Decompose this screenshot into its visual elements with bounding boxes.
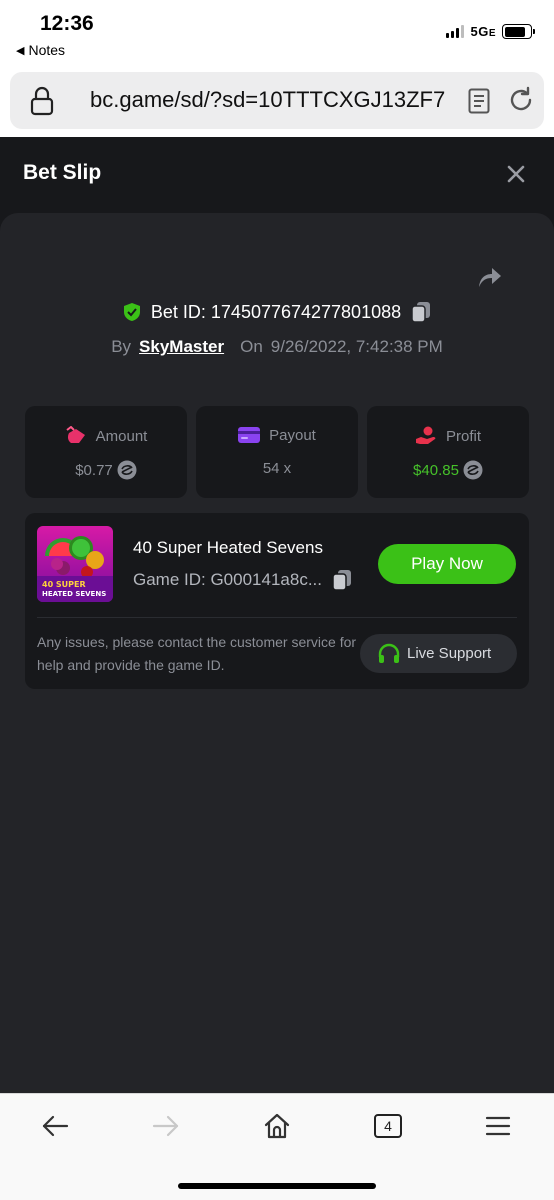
xlm-coin-icon bbox=[117, 460, 137, 480]
sheet-title: Bet Slip bbox=[23, 161, 102, 184]
payout-value: 54 x bbox=[262, 460, 292, 477]
headset-icon bbox=[378, 643, 400, 663]
svg-text:40 SUPER: 40 SUPER bbox=[42, 580, 86, 589]
url-text[interactable]: bc.game/sd/?sd=10TTTCXGJ13ZF7 bbox=[90, 87, 445, 113]
battery-icon bbox=[502, 24, 535, 39]
close-icon[interactable] bbox=[505, 163, 527, 185]
support-message: Any issues, please contact the customer … bbox=[37, 634, 357, 673]
bet-datetime: 9/26/2022, 7:42:38 PM bbox=[270, 337, 443, 356]
hand-coin-icon bbox=[415, 426, 436, 444]
profit-card: Profit $40.85 bbox=[367, 406, 529, 498]
address-bar[interactable]: bc.game/sd/?sd=10TTTCXGJ13ZF7 bbox=[10, 72, 544, 129]
game-id-row: Game ID: G000141a8c... bbox=[133, 569, 352, 591]
back-label: Notes bbox=[28, 42, 66, 58]
fruit-slot-image: 40 SUPER HEATED SEVENS bbox=[37, 526, 113, 602]
on-label: On bbox=[240, 337, 263, 356]
game-title: 40 Super Heated Sevens bbox=[133, 538, 323, 557]
card-icon bbox=[238, 427, 261, 443]
browser-toolbar: 4 bbox=[0, 1093, 554, 1200]
bet-id: Bet ID: 1745077674277801088 bbox=[150, 301, 402, 322]
sheet-header: Bet Slip bbox=[0, 137, 554, 211]
amount-card: Amount $0.77 bbox=[25, 406, 187, 498]
network-type: 5GE bbox=[470, 24, 496, 39]
user-link[interactable]: SkyMaster bbox=[139, 337, 224, 357]
bet-detail-panel: Bet ID: 1745077674277801088 By SkyMaster… bbox=[0, 213, 554, 1093]
game-id: Game ID: G000141a8c... bbox=[133, 570, 322, 589]
payout-card: Payout 54 x bbox=[196, 406, 358, 498]
live-support-button[interactable]: Live Support bbox=[360, 634, 517, 673]
xlm-coin-icon bbox=[463, 460, 483, 480]
copy-icon[interactable] bbox=[332, 569, 352, 591]
share-icon[interactable] bbox=[475, 263, 503, 291]
signal-icon bbox=[446, 25, 465, 38]
profit-value: $40.85 bbox=[413, 461, 459, 479]
status-time: 12:36 bbox=[40, 12, 94, 35]
copy-icon[interactable] bbox=[411, 301, 431, 323]
back-to-notes-link[interactable]: ◀ Notes bbox=[16, 42, 65, 58]
svg-text:HEATED SEVENS: HEATED SEVENS bbox=[42, 590, 106, 598]
profit-label: Profit bbox=[445, 427, 481, 445]
back-triangle-icon: ◀ bbox=[16, 44, 25, 57]
game-thumbnail[interactable]: 40 SUPER HEATED SEVENS bbox=[37, 526, 113, 602]
reload-icon[interactable] bbox=[507, 86, 535, 114]
amount-label: Amount bbox=[95, 427, 148, 445]
bet-slip-sheet: Bet Slip Bet ID: 1745077674277801088 By … bbox=[0, 137, 554, 1093]
divider bbox=[37, 617, 517, 618]
bet-meta-row: By SkyMaster On 9/26/2022, 7:42:38 PM bbox=[0, 337, 554, 357]
game-card: 40 SUPER HEATED SEVENS 40 Super Heated S… bbox=[25, 513, 529, 689]
play-now-button[interactable]: Play Now bbox=[378, 544, 516, 584]
menu-icon[interactable] bbox=[484, 1112, 512, 1140]
bet-id-row: Bet ID: 1745077674277801088 bbox=[0, 301, 554, 323]
home-indicator bbox=[178, 1183, 376, 1189]
lock-icon bbox=[30, 86, 54, 116]
status-indicators: 5GE bbox=[446, 24, 535, 39]
home-icon[interactable] bbox=[263, 1112, 291, 1140]
tabs-button[interactable]: 4 bbox=[374, 1114, 402, 1138]
live-support-label: Live Support bbox=[407, 645, 492, 662]
reader-mode-icon[interactable] bbox=[468, 88, 490, 114]
money-bag-icon bbox=[66, 426, 85, 443]
by-label: By bbox=[111, 337, 132, 356]
amount-value: $0.77 bbox=[75, 461, 113, 479]
payout-label: Payout bbox=[269, 426, 316, 444]
status-bar: 12:36 ◀ Notes 5GE bbox=[0, 0, 554, 66]
back-arrow-icon[interactable] bbox=[41, 1112, 69, 1140]
shield-check-icon bbox=[123, 303, 140, 321]
forward-arrow-icon[interactable] bbox=[152, 1112, 180, 1140]
